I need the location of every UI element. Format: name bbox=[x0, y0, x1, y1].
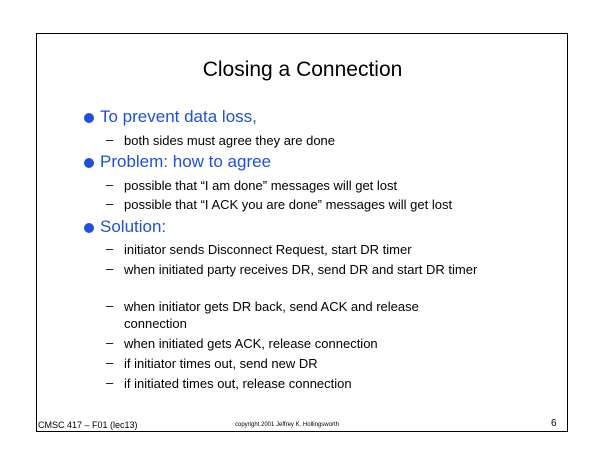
dash-icon: – bbox=[106, 261, 114, 276]
section-heading-problem: Problem: how to agree bbox=[100, 152, 272, 171]
dash-icon: – bbox=[106, 241, 114, 256]
footer-course: CMSC 417 – F01 (lec13) bbox=[38, 420, 138, 430]
footer-copyright: copyright 2001 Jeffrey K. Hollingsworth bbox=[235, 422, 339, 428]
sub-item: if initiated times out, release connecti… bbox=[124, 376, 352, 391]
dash-icon: – bbox=[106, 132, 114, 147]
sub-item: when initiated party receives DR, send D… bbox=[124, 262, 478, 277]
dash-icon: – bbox=[106, 177, 114, 192]
sub-item: if initiator times out, send new DR bbox=[124, 356, 318, 371]
dash-icon: – bbox=[106, 355, 114, 370]
bullet-icon bbox=[84, 158, 94, 168]
bullet-icon bbox=[84, 223, 94, 233]
dash-icon: – bbox=[106, 375, 114, 390]
sub-item: both sides must agree they are done bbox=[124, 133, 336, 148]
dash-icon: – bbox=[106, 298, 114, 313]
sub-item: initiator sends Disconnect Request, star… bbox=[124, 242, 412, 257]
page-number: 6 bbox=[551, 418, 557, 429]
section-heading-solution: Solution: bbox=[100, 217, 167, 236]
sub-item: when initiated gets ACK, release connect… bbox=[124, 336, 378, 351]
slide-title: Closing a Connection bbox=[202, 58, 403, 81]
section-heading-prevent-data-loss: To prevent data loss, bbox=[100, 107, 257, 126]
sub-item: possible that “I ACK you are done” messa… bbox=[124, 197, 453, 212]
dash-icon: – bbox=[106, 335, 114, 350]
dash-icon: – bbox=[106, 196, 114, 211]
bullet-icon bbox=[84, 113, 94, 123]
sub-item: when initiator gets DR back, send ACK an… bbox=[124, 299, 419, 331]
sub-item: possible that “I am done” messages will … bbox=[124, 178, 398, 193]
